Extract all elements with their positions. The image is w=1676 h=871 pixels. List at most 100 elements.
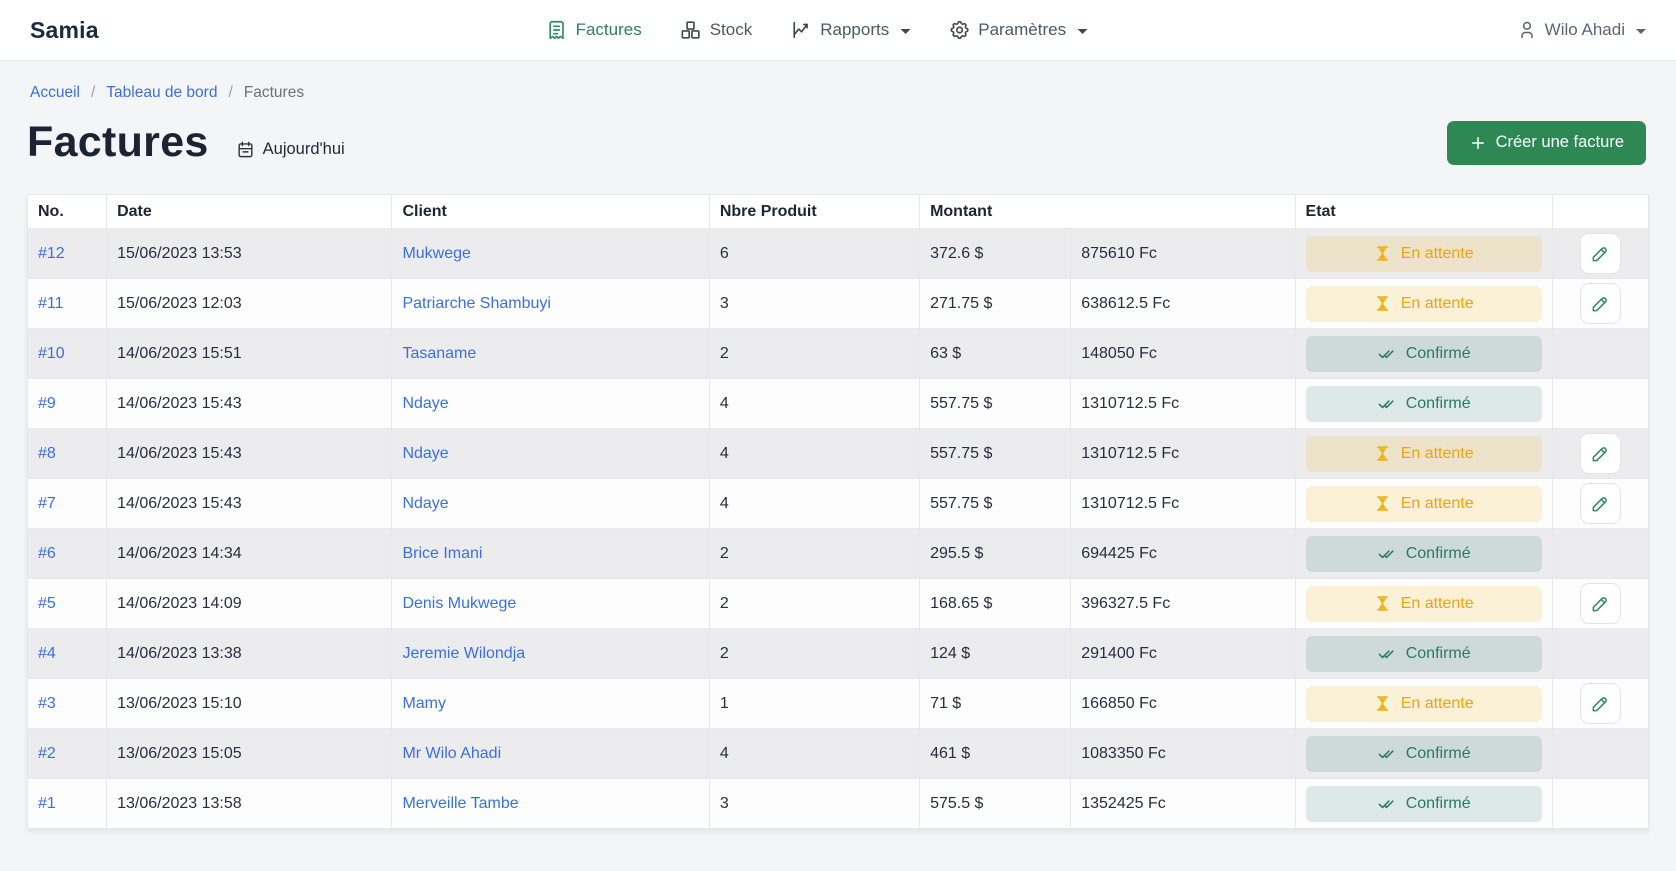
invoice-number-link[interactable]: #10 xyxy=(38,345,65,362)
status-badge: Confirmé xyxy=(1306,336,1542,372)
product-count: 4 xyxy=(709,729,919,779)
amount-fc: 1083350 Fc xyxy=(1071,729,1295,779)
product-count: 4 xyxy=(709,479,919,529)
invoice-date: 13/06/2023 15:10 xyxy=(107,679,392,729)
client-link[interactable]: Ndaye xyxy=(402,445,448,462)
header-actions xyxy=(1552,195,1648,229)
invoice-number-link[interactable]: #6 xyxy=(38,545,56,562)
date-filter[interactable]: Aujourd'hui xyxy=(236,140,345,159)
chevron-down-icon xyxy=(1077,29,1087,34)
table-row: #5 14/06/2023 14:09 Denis Mukwege 2 168.… xyxy=(28,579,1649,629)
table-row: #4 14/06/2023 13:38 Jeremie Wilondja 2 1… xyxy=(28,629,1649,679)
invoice-number-link[interactable]: #9 xyxy=(38,395,56,412)
status-badge: En attente xyxy=(1306,236,1542,272)
page-title: Factures xyxy=(27,118,209,167)
hourglass-icon xyxy=(1374,245,1391,262)
nav-item-stock[interactable]: Stock xyxy=(680,19,753,41)
edit-button[interactable] xyxy=(1580,233,1621,274)
client-link[interactable]: Mamy xyxy=(402,695,446,712)
invoice-number-link[interactable]: #2 xyxy=(38,745,56,762)
nav-item-parametres[interactable]: Paramètres xyxy=(948,19,1087,41)
hourglass-icon xyxy=(1374,445,1391,462)
invoice-number-link[interactable]: #11 xyxy=(38,295,64,312)
status-label: Confirmé xyxy=(1406,395,1471,413)
product-count: 3 xyxy=(709,779,919,829)
status-badge: Confirmé xyxy=(1306,786,1542,822)
client-link[interactable]: Jeremie Wilondja xyxy=(402,645,525,662)
amount-usd: 168.65 $ xyxy=(920,579,1071,629)
status-label: En attente xyxy=(1401,595,1474,613)
invoice-number-link[interactable]: #8 xyxy=(38,445,56,462)
table-row: #2 13/06/2023 15:05 Mr Wilo Ahadi 4 461 … xyxy=(28,729,1649,779)
checks-icon xyxy=(1377,794,1396,813)
amount-usd: 71 $ xyxy=(920,679,1071,729)
edit-button[interactable] xyxy=(1580,683,1621,724)
invoice-date: 13/06/2023 15:05 xyxy=(107,729,392,779)
nav-label: Rapports xyxy=(820,20,889,40)
product-count: 2 xyxy=(709,629,919,679)
product-count: 2 xyxy=(709,579,919,629)
breadcrumb-accueil[interactable]: Accueil xyxy=(30,84,80,102)
brand[interactable]: Samia xyxy=(30,17,99,44)
client-link[interactable]: Patriarche Shambuyi xyxy=(402,295,551,312)
invoice-number-link[interactable]: #7 xyxy=(38,495,56,512)
invoice-number-link[interactable]: #4 xyxy=(38,645,56,662)
client-link[interactable]: Mr Wilo Ahadi xyxy=(402,745,501,762)
amount-fc: 291400 Fc xyxy=(1071,629,1295,679)
top-navbar: Samia Factures Stock xyxy=(0,0,1676,61)
client-link[interactable]: Ndaye xyxy=(402,395,448,412)
client-link[interactable]: Denis Mukwege xyxy=(402,595,516,612)
client-link[interactable]: Mukwege xyxy=(402,245,470,262)
user-name: Wilo Ahadi xyxy=(1545,20,1625,40)
breadcrumb-tableau-de-bord[interactable]: Tableau de bord xyxy=(106,84,217,102)
invoice-number-link[interactable]: #5 xyxy=(38,595,56,612)
edit-button[interactable] xyxy=(1580,583,1621,624)
invoice-number-link[interactable]: #3 xyxy=(38,695,56,712)
client-link[interactable]: Ndaye xyxy=(402,495,448,512)
amount-usd: 557.75 $ xyxy=(920,479,1071,529)
breadcrumb: Accueil / Tableau de bord / Factures xyxy=(0,61,1676,102)
status-badge: En attente xyxy=(1306,436,1542,472)
amount-fc: 148050 Fc xyxy=(1071,329,1295,379)
nav-item-factures[interactable]: Factures xyxy=(546,19,642,41)
amount-fc: 396327.5 Fc xyxy=(1071,579,1295,629)
nav-label: Paramètres xyxy=(978,20,1066,40)
client-link[interactable]: Merveille Tambe xyxy=(402,795,518,812)
invoice-number-link[interactable]: #1 xyxy=(38,795,56,812)
status-badge: En attente xyxy=(1306,286,1542,322)
chevron-down-icon xyxy=(900,29,910,34)
table-row: #10 14/06/2023 15:51 Tasaname 2 63 $ 148… xyxy=(28,329,1649,379)
invoice-number-link[interactable]: #12 xyxy=(38,245,65,262)
breadcrumb-current: Factures xyxy=(244,84,304,102)
client-link[interactable]: Tasaname xyxy=(402,345,476,362)
nav-item-rapports[interactable]: Rapports xyxy=(790,19,910,41)
invoice-date: 14/06/2023 14:09 xyxy=(107,579,392,629)
user-menu[interactable]: Wilo Ahadi xyxy=(1517,20,1646,40)
calendar-icon xyxy=(236,140,255,159)
invoice-date: 15/06/2023 13:53 xyxy=(107,229,392,279)
invoice-date: 14/06/2023 13:38 xyxy=(107,629,392,679)
edit-button[interactable] xyxy=(1580,283,1621,324)
amount-fc: 1352425 Fc xyxy=(1071,779,1295,829)
receipt-icon xyxy=(546,19,568,41)
status-label: En attente xyxy=(1401,445,1474,463)
invoice-table-container: No. Date Client Nbre Produit Montant Eta… xyxy=(0,194,1676,829)
header-nbre-produit: Nbre Produit xyxy=(709,195,919,229)
status-label: Confirmé xyxy=(1406,745,1471,763)
product-count: 4 xyxy=(709,379,919,429)
invoice-date: 14/06/2023 15:51 xyxy=(107,329,392,379)
edit-button[interactable] xyxy=(1580,483,1621,524)
page-header: Factures Aujourd'hui Créer une facture xyxy=(0,102,1676,194)
pencil-icon xyxy=(1590,244,1610,264)
client-link[interactable]: Brice Imani xyxy=(402,545,482,562)
hourglass-icon xyxy=(1374,495,1391,512)
amount-fc: 694425 Fc xyxy=(1071,529,1295,579)
amount-usd: 295.5 $ xyxy=(920,529,1071,579)
create-invoice-button[interactable]: Créer une facture xyxy=(1447,121,1646,165)
checks-icon xyxy=(1377,344,1396,363)
edit-button[interactable] xyxy=(1580,433,1621,474)
status-badge: Confirmé xyxy=(1306,636,1542,672)
breadcrumb-separator: / xyxy=(228,84,232,102)
invoice-date: 15/06/2023 12:03 xyxy=(107,279,392,329)
table-header-row: No. Date Client Nbre Produit Montant Eta… xyxy=(28,195,1649,229)
